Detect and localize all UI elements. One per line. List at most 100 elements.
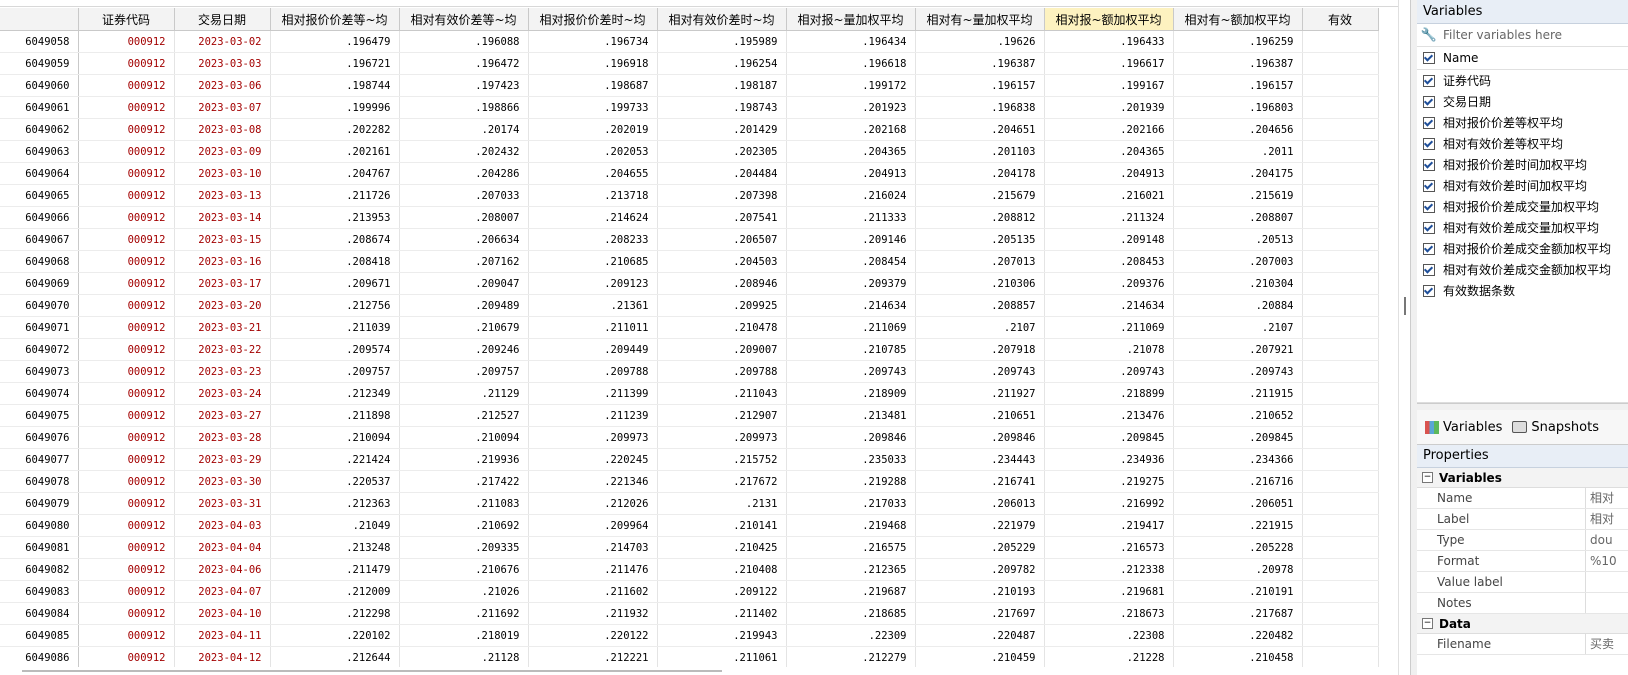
value-cell[interactable]: .2131: [657, 492, 787, 515]
value-cell[interactable]: .217687: [1173, 602, 1303, 625]
value-cell[interactable]: .209845: [1044, 426, 1174, 449]
value-cell[interactable]: .210652: [1173, 404, 1303, 427]
table-row[interactable]: 6049078 000912 2023-03-30.220537.217422.22…: [0, 470, 1379, 493]
empty-cell[interactable]: [1302, 514, 1379, 537]
property-row[interactable]: Format %10: [1417, 551, 1628, 572]
row-number[interactable]: 6049086: [0, 646, 79, 669]
value-cell[interactable]: .198743: [657, 96, 787, 119]
empty-cell[interactable]: [1302, 96, 1379, 119]
property-row[interactable]: Value label: [1417, 572, 1628, 593]
value-cell[interactable]: .211011: [528, 316, 658, 339]
value-cell[interactable]: .196387: [915, 52, 1045, 75]
security-code-cell[interactable]: 000912: [78, 272, 175, 295]
value-cell[interactable]: .216575: [786, 536, 916, 559]
property-row[interactable]: Type dou: [1417, 530, 1628, 551]
empty-cell[interactable]: [1302, 294, 1379, 317]
value-cell[interactable]: .196387: [1173, 52, 1303, 75]
value-cell[interactable]: .220102: [270, 624, 400, 647]
value-cell[interactable]: .207918: [915, 338, 1045, 361]
security-code-cell[interactable]: 000912: [78, 30, 175, 53]
value-cell[interactable]: .20884: [1173, 294, 1303, 317]
value-cell[interactable]: .207033: [399, 184, 529, 207]
value-cell[interactable]: .211898: [270, 404, 400, 427]
empty-cell[interactable]: [1302, 558, 1379, 581]
horizontal-scrollbar[interactable]: [0, 667, 1398, 675]
value-cell[interactable]: .204913: [1044, 162, 1174, 185]
value-cell[interactable]: .212026: [528, 492, 658, 515]
value-cell[interactable]: .209047: [399, 272, 529, 295]
value-cell[interactable]: .218019: [399, 624, 529, 647]
panel-divider[interactable]: [1417, 403, 1628, 410]
trade-date-cell[interactable]: 2023-03-21: [174, 316, 271, 339]
value-cell[interactable]: .210141: [657, 514, 787, 537]
value-cell[interactable]: .212279: [786, 646, 916, 669]
value-cell[interactable]: .210306: [915, 272, 1045, 295]
trade-date-cell[interactable]: 2023-03-06: [174, 74, 271, 97]
trade-date-cell[interactable]: 2023-03-07: [174, 96, 271, 119]
table-row[interactable]: 6049059 000912 2023-03-03.196721.196472.19…: [0, 52, 1379, 75]
row-number[interactable]: 6049059: [0, 52, 79, 75]
empty-cell[interactable]: [1302, 118, 1379, 141]
value-cell[interactable]: .204767: [270, 162, 400, 185]
table-row[interactable]: 6049061 000912 2023-03-07.199996.198866.19…: [0, 96, 1379, 119]
security-code-cell[interactable]: 000912: [78, 140, 175, 163]
value-cell[interactable]: .202053: [528, 140, 658, 163]
trade-date-cell[interactable]: 2023-03-31: [174, 492, 271, 515]
row-number[interactable]: 6049070: [0, 294, 79, 317]
value-cell[interactable]: .220487: [915, 624, 1045, 647]
value-cell[interactable]: .21026: [399, 580, 529, 603]
trade-date-cell[interactable]: 2023-04-06: [174, 558, 271, 581]
value-cell[interactable]: .20174: [399, 118, 529, 141]
empty-cell[interactable]: [1302, 404, 1379, 427]
value-cell[interactable]: .204286: [399, 162, 529, 185]
trade-date-cell[interactable]: 2023-03-02: [174, 30, 271, 53]
value-cell[interactable]: .209743: [1044, 360, 1174, 383]
empty-cell[interactable]: [1302, 382, 1379, 405]
value-cell[interactable]: .219687: [786, 580, 916, 603]
value-cell[interactable]: .217033: [786, 492, 916, 515]
value-cell[interactable]: .211602: [528, 580, 658, 603]
value-cell[interactable]: .204484: [657, 162, 787, 185]
value-cell[interactable]: .211061: [657, 646, 787, 669]
value-cell[interactable]: .210408: [657, 558, 787, 581]
value-cell[interactable]: .196918: [528, 52, 658, 75]
variable-checkbox[interactable]: [1423, 74, 1435, 87]
row-number[interactable]: 6049076: [0, 426, 79, 449]
tab-snapshots[interactable]: Snapshots: [1512, 420, 1599, 435]
value-cell[interactable]: .196617: [1044, 52, 1174, 75]
value-cell[interactable]: .206013: [915, 492, 1045, 515]
table-row[interactable]: 6049062 000912 2023-03-08.202282.20174.202…: [0, 118, 1379, 141]
security-code-cell[interactable]: 000912: [78, 74, 175, 97]
column-header[interactable]: 相对有~额加权平均: [1173, 8, 1303, 31]
trade-date-cell[interactable]: 2023-03-23: [174, 360, 271, 383]
table-row[interactable]: 6049064 000912 2023-03-10.204767.204286.20…: [0, 162, 1379, 185]
table-row[interactable]: 6049068 000912 2023-03-16.208418.207162.21…: [0, 250, 1379, 273]
value-cell[interactable]: .196721: [270, 52, 400, 75]
variable-checkbox[interactable]: [1423, 137, 1435, 150]
value-cell[interactable]: .201939: [1044, 96, 1174, 119]
tab-variables[interactable]: Variables: [1425, 420, 1502, 435]
value-cell[interactable]: .209846: [786, 426, 916, 449]
row-number[interactable]: 6049073: [0, 360, 79, 383]
value-cell[interactable]: .21049: [270, 514, 400, 537]
value-cell[interactable]: .205228: [1173, 536, 1303, 559]
value-cell[interactable]: .207162: [399, 250, 529, 273]
value-cell[interactable]: .204178: [915, 162, 1045, 185]
value-cell[interactable]: .204651: [915, 118, 1045, 141]
trade-date-cell[interactable]: 2023-03-17: [174, 272, 271, 295]
property-row[interactable]: Name 相对: [1417, 488, 1628, 509]
value-cell[interactable]: .221979: [915, 514, 1045, 537]
column-header[interactable]: 相对有效价差等~均: [399, 8, 529, 31]
row-number[interactable]: 6049066: [0, 206, 79, 229]
trade-date-cell[interactable]: 2023-03-20: [174, 294, 271, 317]
security-code-cell[interactable]: 000912: [78, 382, 175, 405]
value-cell[interactable]: .209449: [528, 338, 658, 361]
property-value[interactable]: 买卖: [1586, 634, 1628, 654]
value-cell[interactable]: .208857: [915, 294, 1045, 317]
table-row[interactable]: 6049067 000912 2023-03-15.208674.206634.20…: [0, 228, 1379, 251]
value-cell[interactable]: .208946: [657, 272, 787, 295]
value-cell[interactable]: .196838: [915, 96, 1045, 119]
value-cell[interactable]: .211043: [657, 382, 787, 405]
value-cell[interactable]: .212221: [528, 646, 658, 669]
value-cell[interactable]: .199996: [270, 96, 400, 119]
